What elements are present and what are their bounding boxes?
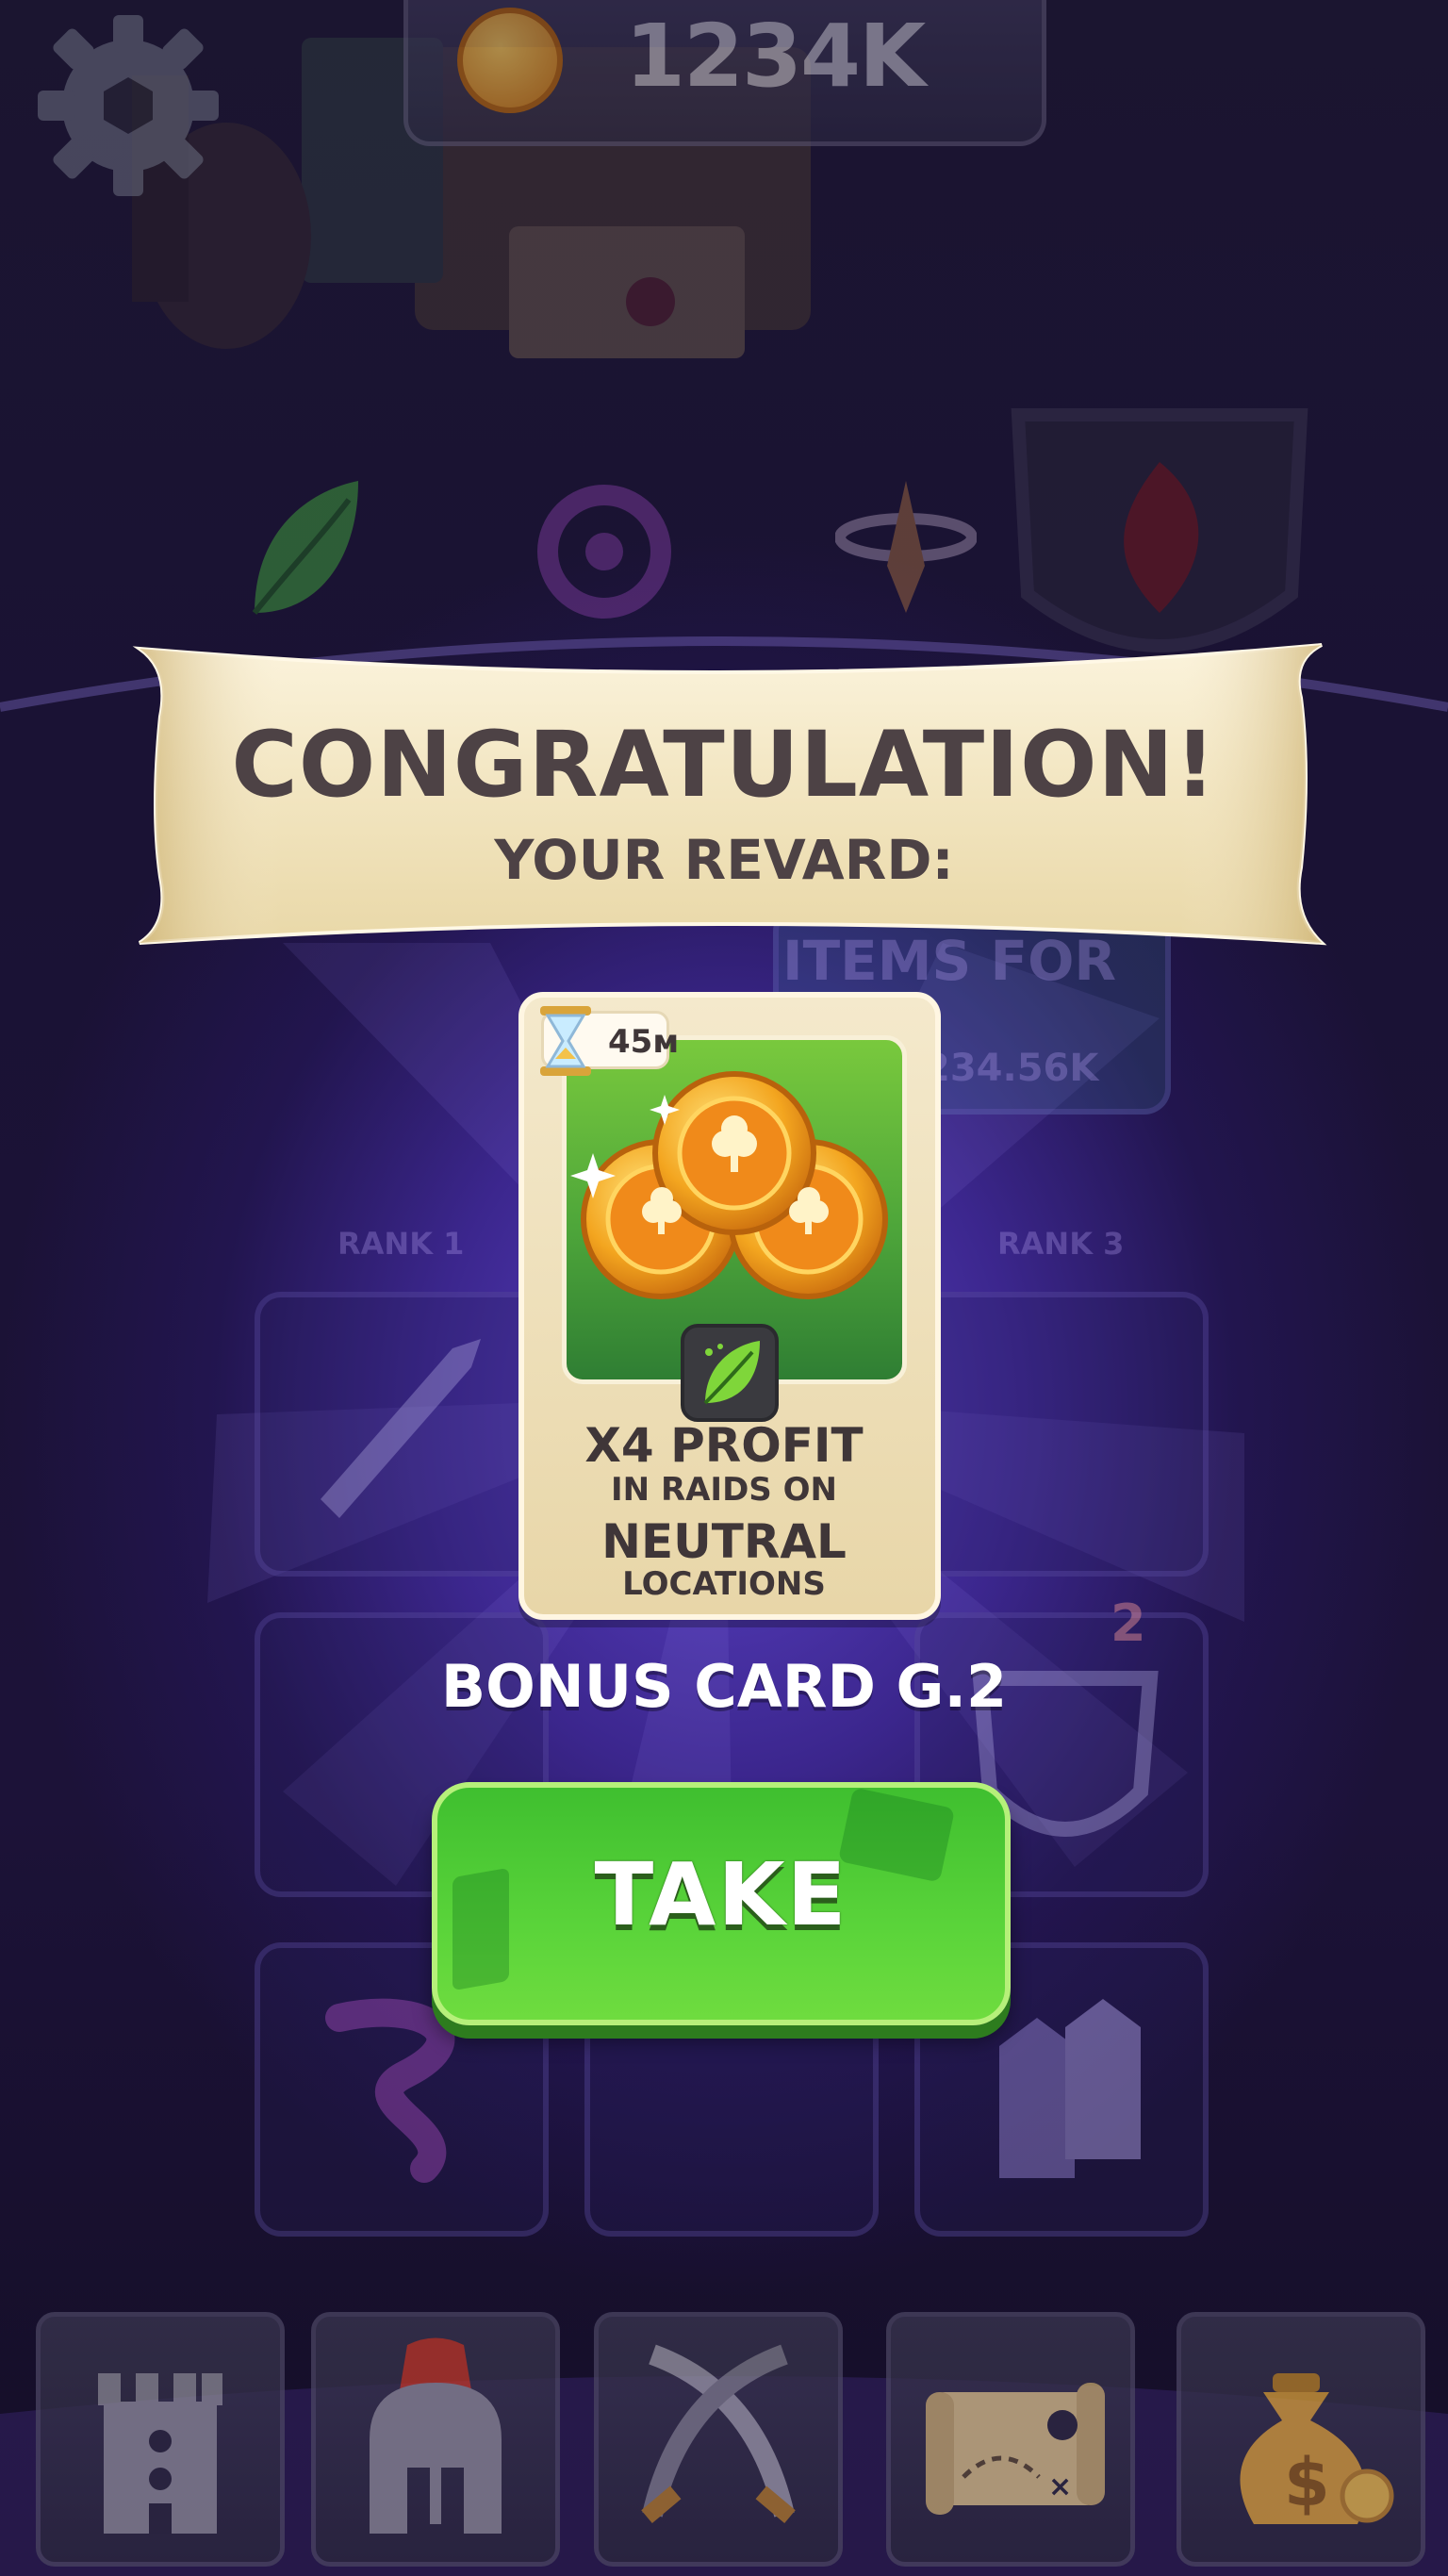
wind-element-icon [835,481,977,613]
card-raids-text: IN RAIDS ON [611,1471,837,1509]
settings-gear-icon[interactable] [34,11,222,200]
bg-items-price: 234.56K [924,1047,1099,1090]
bg-rank-label: RANK 3 [997,1226,1125,1262]
vortex-element-icon [537,485,671,619]
sword-icon [321,1339,481,1518]
reward-name: BONUS CARD G.2 [440,1652,1008,1721]
treasure-map-icon: × [926,2383,1105,2515]
take-button[interactable]: TAKE [432,1782,1011,2025]
leaf-icon [681,1324,779,1422]
timer-badge: 45м [540,1006,679,1076]
nav-shop[interactable]: $ [1176,2312,1425,2567]
currency-bar: 1234K [403,0,1046,146]
svg-text:×: × [1048,2470,1072,2503]
nav-map[interactable]: × [886,2312,1135,2567]
svg-text:$: $ [1284,2444,1330,2521]
take-button-label: TAKE [594,1844,848,1945]
nav-heroes[interactable] [311,2312,560,2567]
currency-amount: 1234K [625,6,926,107]
leaf-element-icon [252,481,358,615]
hourglass-icon [540,1006,591,1076]
banner-subtitle: YOUR REVARD: [494,828,954,892]
bg-rank-label: RANK 1 [337,1226,465,1262]
card-profit-text: X4 PROFIT [584,1418,864,1473]
castle-icon [98,2373,222,2534]
banner-title: CONGRATULATION! [231,712,1217,817]
card-locations-text: LOCATIONS [622,1565,826,1603]
card-neutral-text: NEUTRAL [601,1514,847,1569]
reward-card: 45м X4 PROFIT IN RAIDS ON NEUTRAL LOCATI… [518,992,941,1620]
nav-castle[interactable] [36,2312,285,2567]
timer-text: 45м [608,1023,680,1061]
nav-battle[interactable] [594,2312,843,2567]
crossed-swords-icon [641,2344,796,2523]
bg-slot [914,1292,1209,1577]
money-bag-icon: $ [1240,2373,1394,2524]
spartan-helmet-icon [370,2337,502,2534]
gold-coin-icon [457,8,563,113]
